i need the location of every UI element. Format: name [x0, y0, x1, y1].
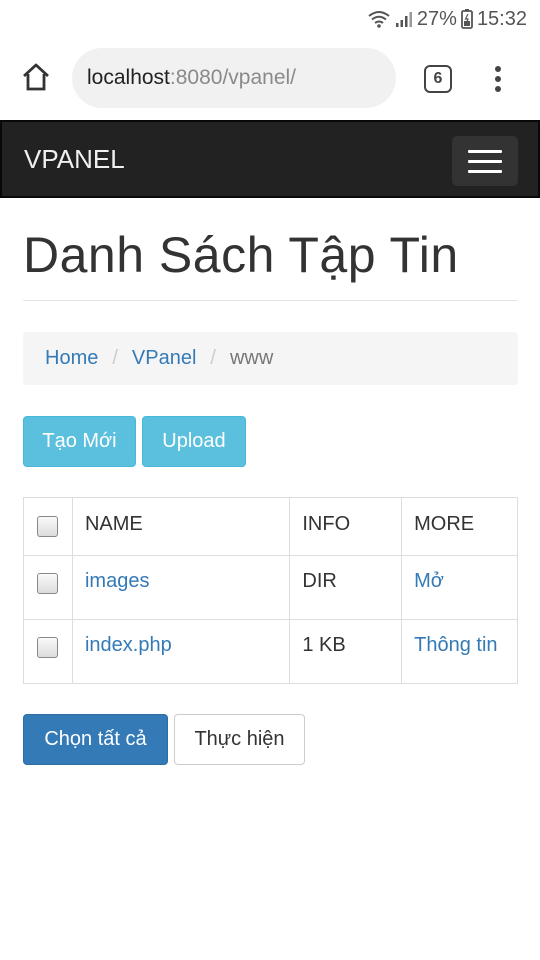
tab-count: 6	[433, 70, 443, 87]
file-more-cell: Mở	[401, 555, 518, 620]
breadcrumb-current: www	[229, 347, 274, 369]
battery-icon	[461, 9, 473, 29]
file-info-cell: DIR	[289, 555, 403, 620]
file-info-cell: 1 KB	[289, 619, 403, 684]
table-row: index.php 1 KB Thông tin	[23, 619, 518, 684]
file-table: NAME INFO MORE images DIR Mở index.php 1…	[23, 497, 518, 684]
open-link[interactable]: Mở	[414, 570, 444, 592]
row-checkbox[interactable]	[37, 637, 58, 658]
upload-button[interactable]: Upload	[142, 416, 246, 467]
row-checkbox-cell	[23, 555, 73, 620]
navbar: VPANEL	[0, 120, 540, 198]
row-checkbox-cell	[23, 619, 73, 684]
hamburger-icon-line	[468, 159, 502, 163]
status-bar: 27% 15:32	[0, 0, 540, 38]
file-more-cell: Thông tin	[401, 619, 518, 684]
select-all-button[interactable]: Chọn tất cả	[23, 714, 168, 765]
hamburger-icon-line	[468, 149, 502, 153]
more-vert-icon[interactable]	[488, 64, 508, 94]
navbar-toggle-button[interactable]	[452, 136, 518, 186]
home-button[interactable]	[18, 62, 54, 96]
hamburger-icon-line	[468, 169, 502, 173]
address-bar[interactable]: localhost:8080/vpanel/	[72, 48, 396, 108]
breadcrumb: Home / VPanel / www	[23, 332, 518, 385]
execute-button[interactable]: Thực hiện	[174, 714, 305, 765]
file-name-cell: images	[71, 555, 291, 620]
header-checkbox-cell	[23, 497, 73, 556]
navbar-brand[interactable]: VPANEL	[24, 144, 125, 175]
home-icon	[21, 63, 51, 96]
breadcrumb-home[interactable]: Home	[45, 347, 98, 370]
column-header-name: NAME	[71, 497, 291, 556]
create-new-button[interactable]: Tạo Mới	[23, 416, 136, 467]
row-checkbox[interactable]	[37, 573, 58, 594]
breadcrumb-vpanel[interactable]: VPanel	[132, 347, 197, 370]
breadcrumb-separator: /	[112, 347, 118, 369]
file-name-link[interactable]: images	[85, 570, 149, 592]
url-host: localhost	[87, 66, 170, 89]
column-header-info: INFO	[289, 497, 403, 556]
info-link[interactable]: Thông tin	[414, 634, 497, 656]
table-header-row: NAME INFO MORE	[23, 497, 518, 556]
column-header-more: MORE	[401, 497, 518, 556]
url-path: :8080/vpanel/	[169, 66, 296, 89]
header-divider	[23, 300, 518, 301]
battery-percent: 27%	[416, 7, 457, 30]
file-name-link[interactable]: index.php	[85, 634, 172, 656]
wifi-icon	[367, 10, 391, 28]
table-row: images DIR Mở	[23, 555, 518, 620]
clock: 15:32	[476, 7, 527, 30]
breadcrumb-separator: /	[210, 347, 216, 369]
file-name-cell: index.php	[71, 619, 291, 684]
signal-icon	[395, 10, 413, 28]
tabs-button[interactable]: 6	[424, 65, 452, 93]
browser-toolbar: localhost:8080/vpanel/ 6	[0, 38, 540, 120]
select-all-checkbox[interactable]	[37, 516, 58, 537]
page-title: Danh Sách Tập Tin	[23, 227, 459, 283]
